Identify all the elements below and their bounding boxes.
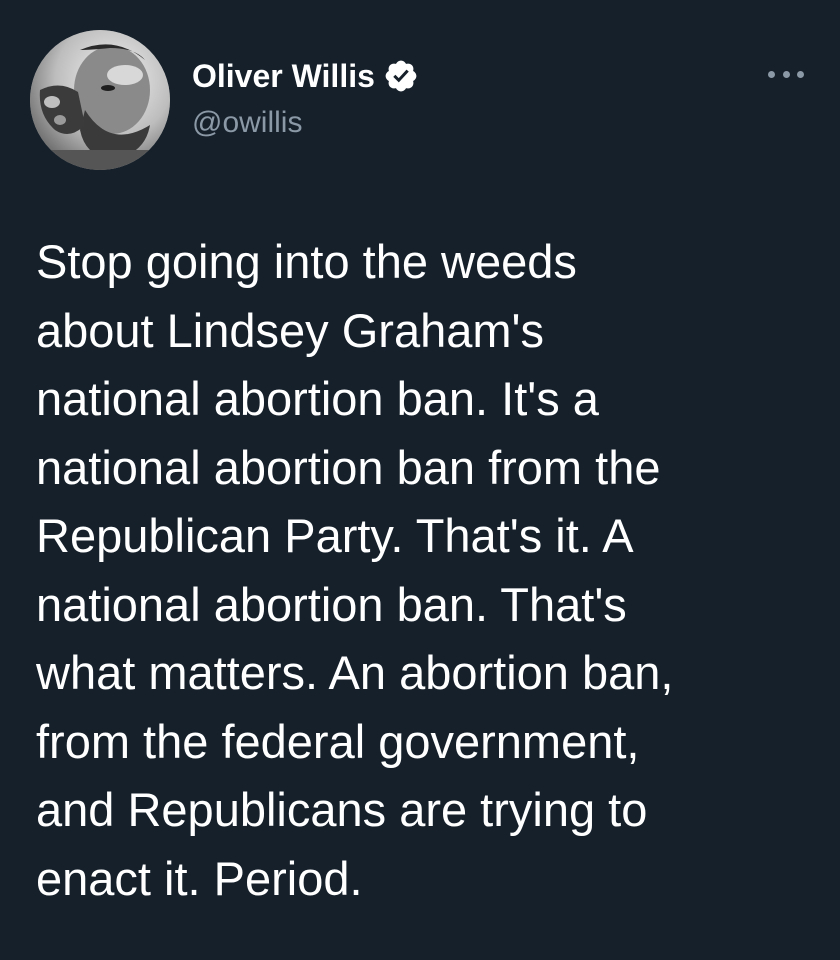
author-display-name[interactable]: Oliver Willis [192,58,375,95]
dot [768,70,775,78]
dot [797,70,804,78]
author-name-row[interactable]: Oliver Willis [192,56,419,96]
more-options-icon[interactable] [768,64,804,84]
author-avatar[interactable] [30,30,170,170]
author-handle[interactable]: @owillis [192,106,302,140]
tweet-body-text: Stop going into the weeds about Lindsey … [36,235,674,905]
tweet-card: Oliver Willis @owillis Stop going into t… [0,0,840,960]
dot [782,70,790,78]
avatar-photo-icon [30,30,170,170]
verified-badge-icon [383,58,419,94]
